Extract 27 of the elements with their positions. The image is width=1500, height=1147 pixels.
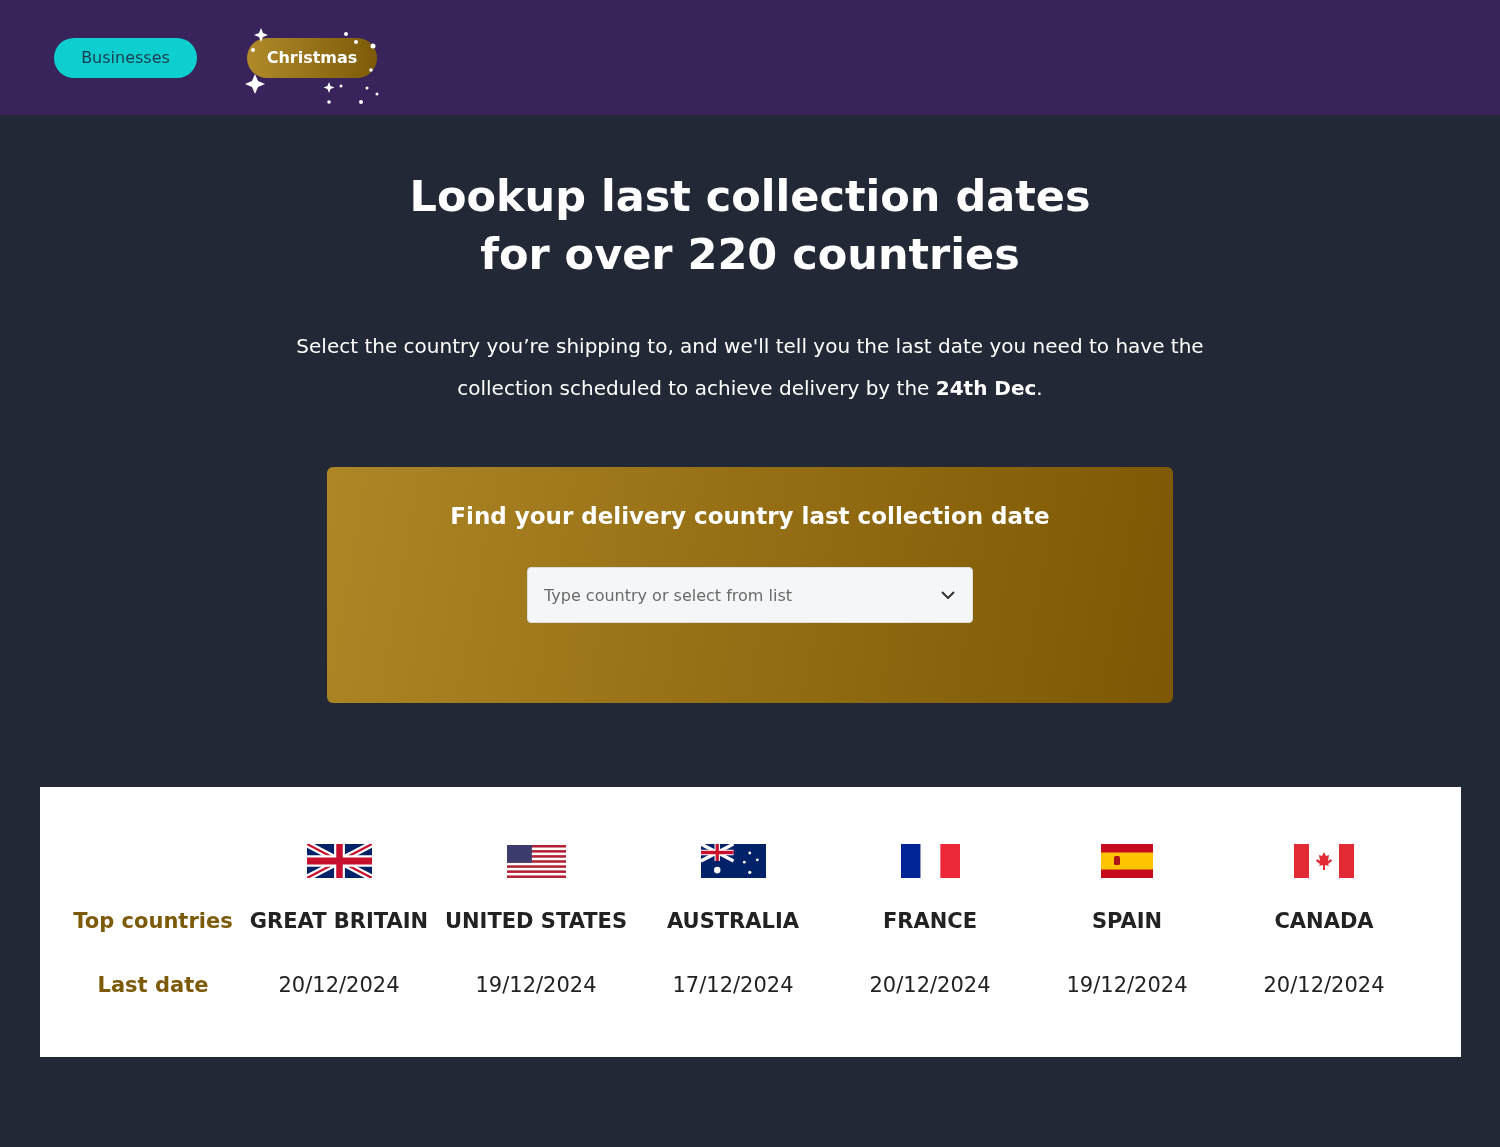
last-date: 20/12/2024: [278, 973, 400, 997]
last-date: 20/12/2024: [869, 973, 991, 997]
flag-icon: [1294, 844, 1354, 878]
flag-icon: [700, 844, 766, 878]
last-date: 20/12/2024: [1263, 973, 1385, 997]
flag-icon: [506, 844, 566, 878]
nav-tab[interactable]: Christmas: [247, 37, 377, 78]
chevron-down-icon: [941, 591, 955, 599]
country-select[interactable]: Type country or select from list: [527, 567, 973, 623]
country-name: FRANCE: [882, 909, 978, 935]
flag-icon: [900, 844, 960, 878]
last-date: 17/12/2024: [672, 973, 794, 997]
country-name: UNITED STATES: [444, 909, 628, 935]
country-name: GREAT BRITAIN: [249, 909, 429, 935]
country-name: SPAIN: [1091, 909, 1163, 935]
flag-icon: [1101, 844, 1153, 878]
nav-tab[interactable]: Businesses: [54, 37, 197, 78]
country-name: CANADA: [1274, 909, 1374, 935]
row-label: Last date: [97, 973, 209, 999]
row-label: Top countries: [73, 909, 233, 935]
last-date: 19/12/2024: [1066, 973, 1188, 997]
finder-title: Find your delivery country last collection date: [450, 503, 1050, 529]
flag-icon: [306, 844, 372, 878]
intro-text: Select the country you’re shipping to, and we'll tell you the last date you need to have the collection scheduled to achieve delivery by the 24th Dec.: [295, 333, 1205, 402]
page-title: Lookup last collection dates for over 220 countries: [409, 170, 1091, 281]
country-name: AUSTRALIA: [667, 909, 799, 935]
last-date: 19/12/2024: [475, 973, 597, 997]
